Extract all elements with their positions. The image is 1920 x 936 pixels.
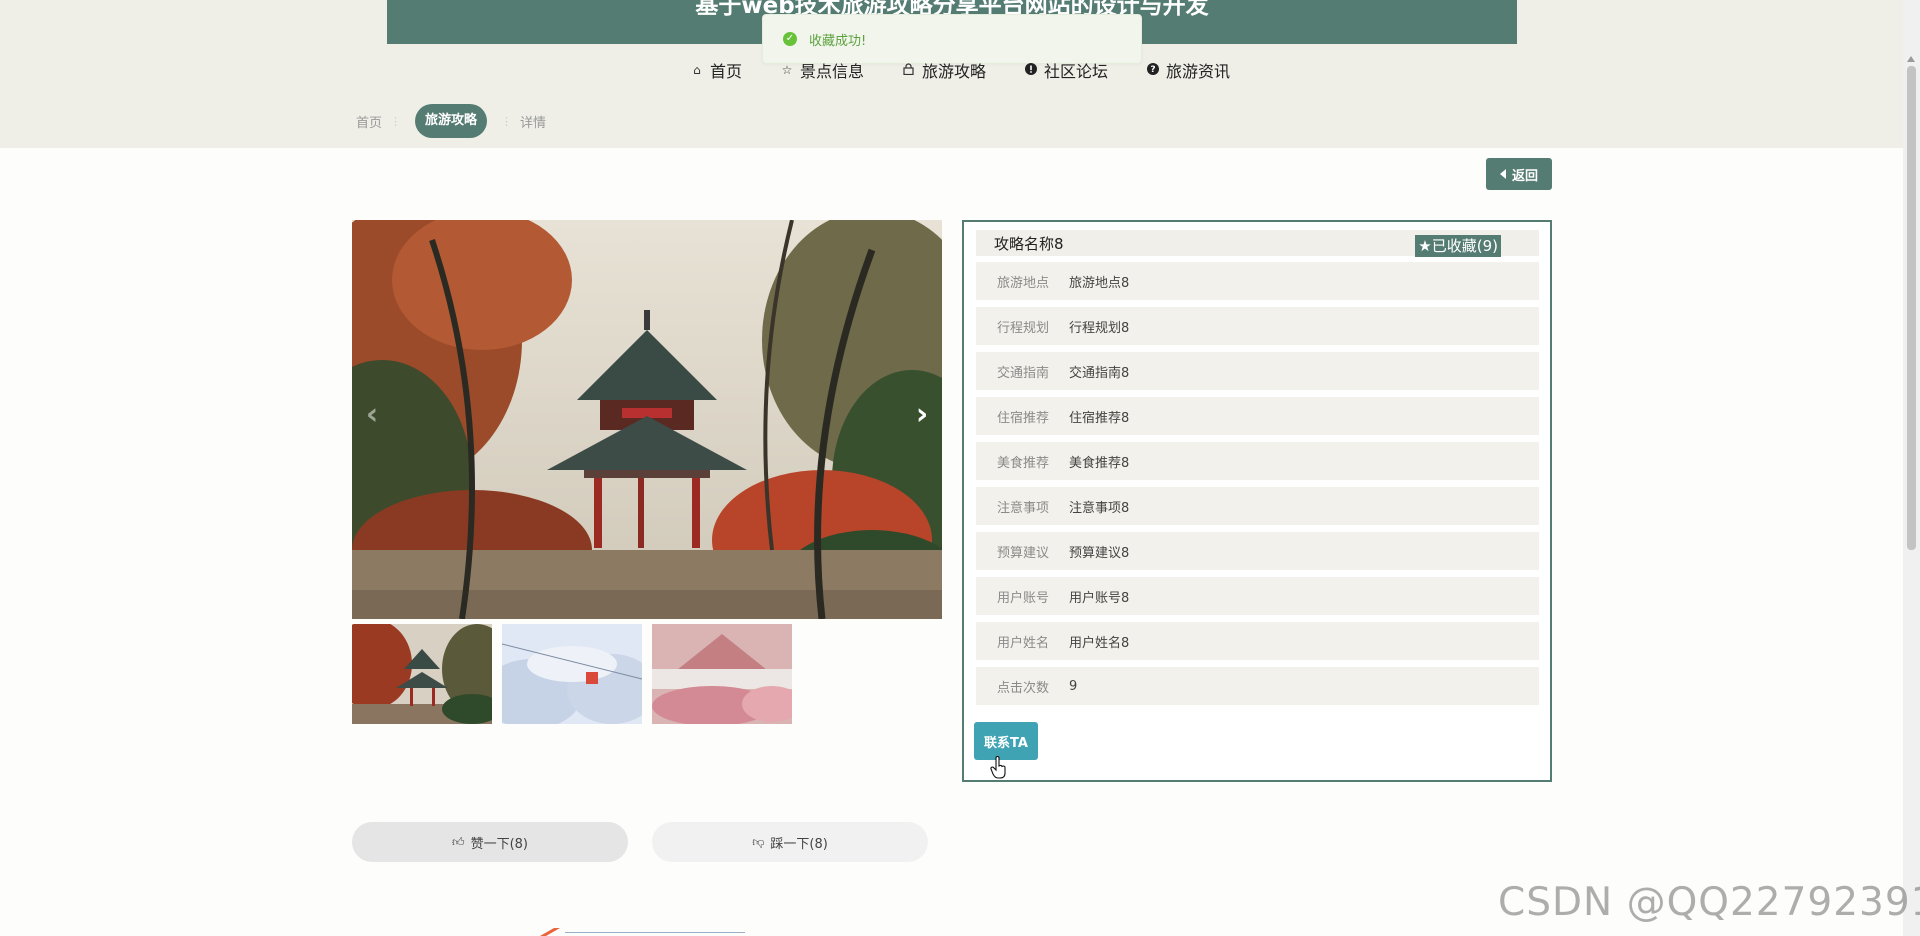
thumbs-up-icon: 👍︎ bbox=[452, 834, 465, 849]
field-value: 行程规划8 bbox=[1069, 320, 1130, 336]
detail-row: 预算建议 预算建议8 bbox=[976, 532, 1539, 570]
scroll-up-arrow-icon[interactable] bbox=[1907, 56, 1915, 62]
exclamation-icon bbox=[1024, 62, 1038, 78]
star-outline-icon: ☆ bbox=[781, 63, 793, 77]
guide-name-row: 攻略名称8 ★已收藏(9) bbox=[976, 230, 1539, 257]
detail-row: 行程规划 行程规划8 bbox=[976, 307, 1539, 345]
field-label: 行程规划 bbox=[996, 320, 1049, 336]
home-icon: ⌂ bbox=[693, 63, 701, 77]
star-filled-icon: ★ bbox=[1418, 237, 1432, 255]
field-label: 旅游地点 bbox=[996, 275, 1049, 291]
favorite-label: 已收藏(9) bbox=[1431, 237, 1498, 255]
caret-left-icon bbox=[1499, 169, 1506, 179]
success-toast: ✓ 收藏成功! bbox=[762, 14, 1142, 64]
dislike-button[interactable]: 👎︎ 踩一下(8) bbox=[652, 822, 928, 862]
field-value: 旅游地点8 bbox=[1069, 275, 1130, 291]
field-label: 住宿推荐 bbox=[996, 410, 1049, 426]
nav-label: 旅游攻略 bbox=[921, 62, 986, 81]
field-label: 用户姓名 bbox=[996, 635, 1049, 651]
nav-item-news[interactable]: ? 旅游资讯 bbox=[1146, 58, 1230, 82]
thumbnail-1[interactable] bbox=[352, 624, 492, 724]
field-label: 美食推荐 bbox=[996, 455, 1049, 471]
detail-row: 注意事项 注意事项8 bbox=[976, 487, 1539, 525]
detail-row: 用户账号 用户账号8 bbox=[976, 577, 1539, 615]
contact-button[interactable]: 联系TA bbox=[974, 722, 1038, 760]
guide-name: 攻略名称8 bbox=[994, 234, 1064, 253]
question-icon: ? bbox=[1146, 62, 1160, 78]
field-value: 用户账号8 bbox=[1069, 590, 1130, 606]
detail-row: 点击次数 9 bbox=[976, 667, 1539, 705]
bottom-content-peek bbox=[540, 928, 745, 936]
main-photo-carousel[interactable]: ‹ › bbox=[352, 220, 942, 619]
field-label: 预算建议 bbox=[996, 545, 1049, 561]
success-check-icon: ✓ bbox=[783, 32, 797, 46]
main-nav: ⌂ 首页 ☆ 景点信息 旅游攻略 社区论坛 ? 旅游资讯 bbox=[0, 58, 1920, 82]
thumbs-down-icon: 👎︎ bbox=[752, 834, 765, 849]
breadcrumb-detail: 详情 bbox=[520, 115, 547, 131]
nav-item-guides[interactable]: 旅游攻略 bbox=[902, 58, 986, 82]
field-label: 用户账号 bbox=[996, 590, 1049, 606]
carousel-prev-icon[interactable]: ‹ bbox=[360, 400, 384, 430]
breadcrumb-home[interactable]: 首页 bbox=[356, 112, 382, 131]
favorite-button[interactable]: ★已收藏(9) bbox=[1415, 235, 1501, 257]
nav-item-forum[interactable]: 社区论坛 bbox=[1024, 58, 1108, 82]
detail-row: 住宿推荐 住宿推荐8 bbox=[976, 397, 1539, 435]
dislike-label: 踩一下(8) bbox=[770, 836, 828, 852]
detail-row: 旅游地点 旅游地点8 bbox=[976, 262, 1539, 300]
field-label: 点击次数 bbox=[996, 680, 1049, 696]
field-label: 注意事项 bbox=[996, 500, 1049, 516]
breadcrumb-separator-icon: ⋮ bbox=[501, 114, 513, 128]
detail-row: 美食推荐 美食推荐8 bbox=[976, 442, 1539, 480]
field-value: 9 bbox=[1069, 678, 1078, 694]
pavilion-photo bbox=[352, 220, 942, 619]
watermark: CSDN @QQ2279239102 bbox=[1498, 880, 1920, 925]
field-value: 用户姓名8 bbox=[1069, 635, 1130, 651]
detail-row: 用户姓名 用户姓名8 bbox=[976, 622, 1539, 660]
breadcrumb-guides[interactable]: 旅游攻略 bbox=[415, 104, 488, 138]
nav-label: 首页 bbox=[709, 62, 742, 81]
back-button[interactable]: 返回 bbox=[1486, 158, 1552, 190]
breadcrumb-separator-icon: ⋮ bbox=[390, 114, 402, 128]
detail-row: 交通指南 交通指南8 bbox=[976, 352, 1539, 390]
carousel-next-icon[interactable]: › bbox=[910, 400, 934, 430]
nav-label: 景点信息 bbox=[799, 62, 864, 81]
site-title: 基于web技术旅游攻略分享平台网站的设计与开发 bbox=[695, 0, 1209, 19]
nav-label: 旅游资讯 bbox=[1166, 62, 1231, 81]
nav-item-attractions[interactable]: ☆ 景点信息 bbox=[780, 58, 864, 82]
nav-item-home[interactable]: ⌂ 首页 bbox=[690, 58, 742, 82]
nav-label: 社区论坛 bbox=[1044, 62, 1109, 81]
field-value: 住宿推荐8 bbox=[1069, 410, 1130, 426]
field-value: 交通指南8 bbox=[1069, 365, 1130, 381]
toast-message: 收藏成功! bbox=[809, 33, 867, 49]
field-value: 注意事项8 bbox=[1069, 500, 1130, 516]
thumbnail-snow-cablecar bbox=[502, 624, 642, 724]
lock-icon bbox=[902, 62, 916, 78]
svg-text:?: ? bbox=[1150, 65, 1155, 75]
field-value: 预算建议8 bbox=[1069, 545, 1130, 561]
hand-pointer-icon bbox=[990, 756, 1006, 779]
thumbnail-3[interactable] bbox=[652, 624, 792, 724]
breadcrumb: 首页 ⋮ 旅游攻略 ⋮ 详情 bbox=[356, 104, 546, 138]
field-value: 美食推荐8 bbox=[1069, 455, 1130, 471]
vertical-scrollbar[interactable] bbox=[1903, 0, 1920, 936]
scrollbar-thumb[interactable] bbox=[1907, 66, 1916, 550]
guide-detail-panel: 攻略名称8 ★已收藏(9) 旅游地点 旅游地点8 行程规划 行程规划8 交通指南… bbox=[962, 220, 1552, 782]
back-label: 返回 bbox=[1511, 168, 1538, 184]
like-button[interactable]: 👍︎ 赞一下(8) bbox=[352, 822, 628, 862]
thumbnail-pink-mountain bbox=[652, 624, 792, 724]
thumbnail-pavilion bbox=[352, 624, 492, 724]
like-label: 赞一下(8) bbox=[470, 836, 528, 852]
thumbnail-2[interactable] bbox=[502, 624, 642, 724]
field-label: 交通指南 bbox=[996, 365, 1049, 381]
